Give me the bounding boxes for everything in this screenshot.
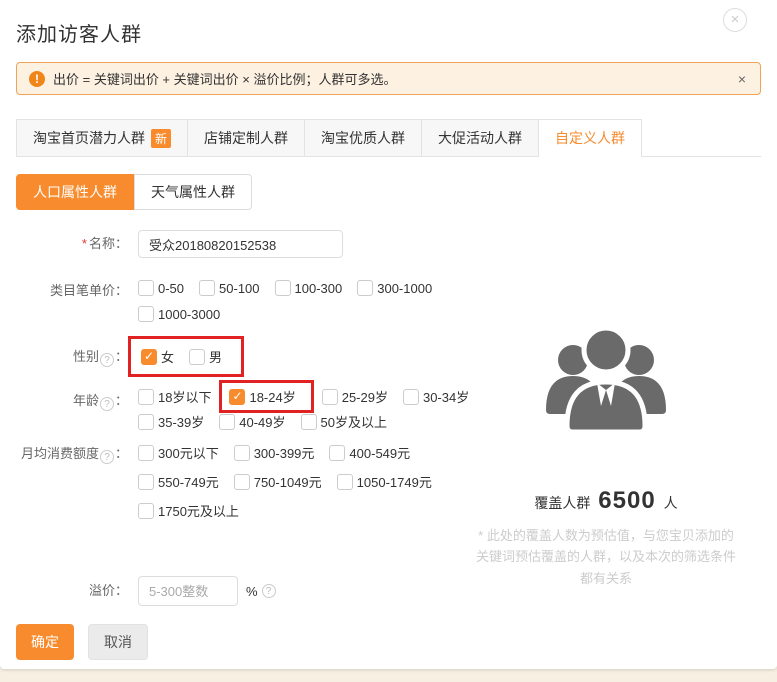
checkbox-icon [274, 280, 291, 296]
required-mark: * [81, 236, 87, 251]
checkbox-icon [138, 306, 154, 322]
coverage-unit: 人 [663, 495, 678, 511]
checkbox-25-29[interactable]: 25-29岁 [321, 387, 388, 406]
checkbox-50-plus[interactable]: 50岁及以上 [300, 412, 387, 431]
tab-promotion-event[interactable]: 大促活动人群 [421, 119, 540, 156]
coverage-note-line: 关键词预估覆盖的人群，以及本次的筛选条件 [475, 549, 736, 565]
checkbox-icon [138, 444, 154, 461]
checkbox-1000-3000[interactable]: 1000-3000 [138, 306, 220, 322]
name-label: * 名称： [81, 236, 128, 251]
subtab-weather[interactable]: 天气属性人群 [134, 174, 252, 210]
checkbox-icon [402, 388, 419, 405]
name-row: * 名称： [16, 230, 761, 258]
checkbox-icon [189, 348, 206, 365]
checkbox-icon [138, 473, 154, 490]
checkbox-300-399[interactable]: 300-399元 [233, 443, 314, 462]
checkbox-under-18[interactable]: 18岁以下 [138, 387, 211, 406]
bid-info-alert: ! 出价 = 关键词出价 + 关键词出价 × 溢价比例；人群可多选。 × [16, 62, 761, 95]
checkbox-icon [138, 413, 154, 430]
dialog-close-icon[interactable]: × [723, 8, 747, 32]
checkbox-checked-icon [229, 388, 246, 405]
coverage-label: 覆盖人群 [534, 495, 591, 511]
tab-label: 淘宝首页潜力人群 [33, 130, 145, 146]
exclamation-icon: ! [29, 70, 45, 87]
tab-label: 淘宝优质人群 [321, 130, 406, 146]
tab-label: 自定义人群 [555, 130, 626, 146]
checkbox-300-1000[interactable]: 300-1000 [357, 280, 432, 296]
checkbox-icon [233, 444, 250, 461]
dialog-footer: 确定 取消 [16, 624, 761, 660]
premium-label: 溢价： [88, 583, 128, 598]
gender-highlight-box: 女 男 [128, 336, 245, 377]
audience-tabs: 淘宝首页潜力人群 新 店铺定制人群 淘宝优质人群 大促活动人群 自定义人群 [16, 119, 761, 157]
checkbox-icon [329, 444, 346, 461]
checkbox-icon [357, 280, 374, 296]
checkbox-750-1049[interactable]: 750-1049元 [233, 472, 322, 491]
tab-label: 大促活动人群 [438, 130, 523, 146]
checkbox-icon [199, 280, 216, 296]
form-content: *名称： 类目笔单价： 0-50 50-100 100-300 300-1000… [16, 230, 761, 660]
age-label: 年龄?： [72, 393, 128, 411]
checkbox-550-749[interactable]: 550-749元 [138, 472, 219, 491]
coverage-note-line: * 此处的覆盖人数为预估值，与您宝贝添加的 [478, 528, 734, 543]
tab-taobao-quality[interactable]: 淘宝优质人群 [304, 119, 423, 156]
checkbox-50-100[interactable]: 50-100 [199, 280, 260, 296]
coverage-value: 6500 [598, 487, 656, 514]
age-18-24-highlight-box: 18-24岁 [219, 380, 314, 413]
help-icon[interactable]: ? [261, 584, 276, 598]
alert-text: 出价 = 关键词出价 + 关键词出价 × 溢价比例；人群可多选。 [53, 72, 397, 87]
checkbox-100-300[interactable]: 100-300 [274, 280, 342, 296]
checkbox-40-49[interactable]: 40-49岁 [219, 412, 286, 431]
checkbox-icon [321, 388, 338, 405]
help-icon[interactable]: ? [99, 450, 114, 464]
tab-custom-audience[interactable]: 自定义人群 [538, 119, 643, 157]
dialog-header: 添加访客人群 × [16, 0, 761, 46]
add-visitor-audience-dialog: 添加访客人群 × ! 出价 = 关键词出价 + 关键词出价 × 溢价比例；人群可… [0, 0, 777, 669]
audience-name-input[interactable] [138, 230, 343, 258]
tab-label: 店铺定制人群 [204, 130, 289, 146]
tab-taobao-homepage-potential[interactable]: 淘宝首页潜力人群 新 [16, 119, 189, 156]
percent-unit: % [246, 583, 258, 599]
alert-close-icon[interactable]: × [736, 71, 748, 87]
coverage-note: * 此处的覆盖人数为预估值，与您宝贝添加的 关键词预估覆盖的人群，以及本次的筛选… [456, 525, 756, 589]
checkbox-under-300[interactable]: 300元以下 [138, 443, 219, 462]
checkbox-icon [336, 473, 353, 490]
checkbox-1750-plus[interactable]: 1750元及以上 [138, 501, 239, 520]
dialog-title: 添加访客人群 [16, 24, 142, 46]
audience-people-icon [546, 325, 666, 435]
checkbox-18-24[interactable]: 18-24岁 [229, 387, 296, 406]
checkbox-1050-1749[interactable]: 1050-1749元 [336, 472, 432, 491]
new-badge: 新 [151, 128, 172, 148]
checkbox-female[interactable]: 女 [141, 347, 174, 366]
coverage-panel: 覆盖人群 6500 人 * 此处的覆盖人数为预估值，与您宝贝添加的 关键词预估覆… [456, 316, 756, 589]
checkbox-0-50[interactable]: 0-50 [138, 280, 184, 296]
coverage-count-line: 覆盖人群 6500 人 [456, 487, 756, 515]
checkbox-35-39[interactable]: 35-39岁 [138, 412, 204, 431]
audience-subtabs: 人口属性人群 天气属性人群 [16, 174, 252, 210]
subtab-demographic[interactable]: 人口属性人群 [16, 174, 134, 210]
checkbox-icon [138, 280, 154, 296]
checkbox-icon [138, 388, 154, 405]
tab-shop-custom[interactable]: 店铺定制人群 [187, 119, 306, 156]
cancel-button[interactable]: 取消 [88, 624, 148, 660]
checkbox-icon [300, 413, 317, 430]
gender-label: 性别?： [72, 348, 128, 367]
checkbox-icon [233, 473, 250, 490]
checkbox-400-549[interactable]: 400-549元 [329, 443, 410, 462]
checkbox-icon [219, 413, 236, 430]
confirm-button[interactable]: 确定 [16, 624, 74, 660]
category-price-label: 类目笔单价： [49, 283, 128, 298]
premium-input[interactable] [138, 576, 238, 606]
checkbox-icon [138, 502, 154, 519]
help-icon[interactable]: ? [99, 397, 114, 411]
coverage-note-line: 都有关系 [579, 570, 632, 586]
checkbox-male[interactable]: 男 [189, 347, 222, 366]
monthly-spend-label: 月均消费额度?： [20, 446, 128, 464]
help-icon[interactable]: ? [99, 352, 114, 367]
checkbox-checked-icon [141, 348, 157, 365]
